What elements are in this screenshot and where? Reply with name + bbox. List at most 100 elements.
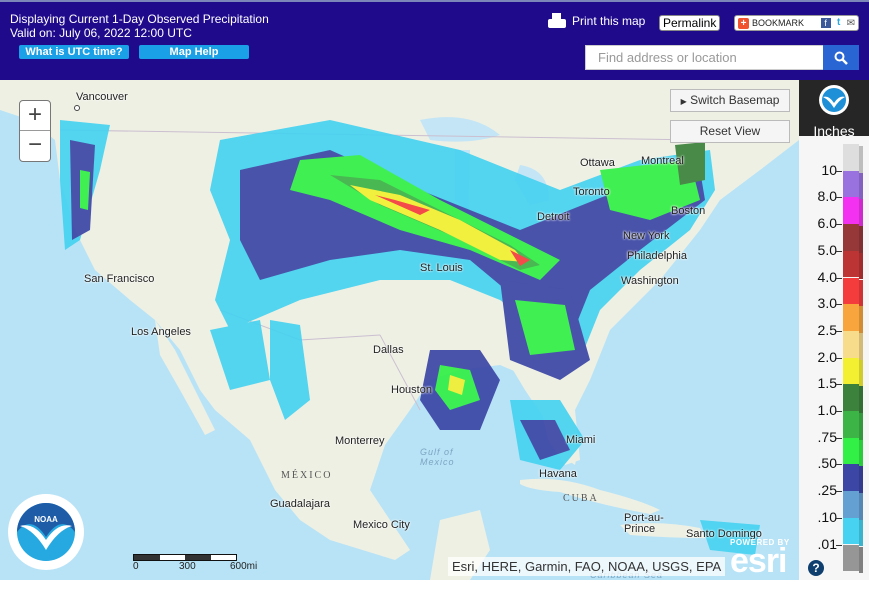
legend-swatch-side	[859, 519, 863, 547]
country-label: MÉXICO	[281, 470, 333, 481]
help-icon[interactable]: ?	[808, 560, 824, 576]
legend-label: 2.0	[817, 348, 837, 365]
legend-swatch-side	[859, 279, 863, 307]
city-label: Guadalajara	[270, 498, 330, 510]
legend-swatch	[843, 304, 859, 331]
zoom-control: + −	[19, 100, 51, 162]
city-label: Montreal	[641, 155, 684, 167]
legend-tick	[836, 277, 842, 279]
scale-label: 0	[133, 561, 139, 572]
legend-swatch	[843, 224, 859, 251]
legend-tick	[836, 170, 842, 172]
legend-body: 10 8.0 6.0 5.0 4.0 3.0 2.5 2.0 1.5 1.0 .75 .50 .25 .1…	[799, 136, 869, 580]
scale-label: 600mi	[230, 561, 258, 572]
legend-tick	[836, 411, 842, 412]
caret-right-icon: ▶	[680, 97, 687, 106]
legend-label: 1.5	[817, 375, 837, 392]
bookmark-button[interactable]: + BOOKMARK f t ✉	[734, 15, 859, 31]
legend-label: .10	[817, 508, 837, 525]
facebook-icon[interactable]: f	[820, 18, 831, 28]
city-label: Los Angeles	[131, 326, 191, 338]
legend-swatch-side	[859, 466, 863, 494]
noaa-small-logo	[819, 85, 849, 115]
legend-swatch-side	[859, 413, 863, 440]
city-label: Miami	[566, 434, 596, 446]
legend-swatch-side	[859, 493, 863, 520]
legend-swatch-side	[859, 172, 863, 200]
legend-label: .75	[817, 428, 837, 445]
legend-tick	[836, 491, 842, 493]
legend-label: 4.0	[817, 268, 837, 285]
legend-swatch	[843, 144, 859, 171]
legend-tick	[836, 517, 842, 519]
legend-swatch	[843, 384, 859, 411]
valid-time: Valid on: July 06, 2022 12:00 UTC	[10, 26, 192, 40]
legend-swatch	[843, 197, 859, 225]
city-label: Toronto	[573, 186, 610, 198]
search-icon	[834, 51, 848, 65]
search-button[interactable]	[823, 45, 859, 70]
city-label: Washington	[621, 275, 679, 287]
city-label: Houston	[391, 384, 432, 396]
reset-view-button[interactable]: Reset View	[670, 120, 790, 143]
scale-label: 300	[179, 561, 196, 572]
permalink-button[interactable]: Permalink	[659, 15, 721, 31]
city-label: Detroit	[537, 211, 570, 223]
map-view[interactable]: Vancouver San Francisco Los Angeles Dall…	[0, 80, 799, 580]
precipitation-legend: Inches 10 8.0 6.0 5.0 4.0 3.0 2.5 2.0 1.5 1.0 .75.…	[799, 80, 869, 580]
legend-tick	[836, 384, 842, 386]
twitter-icon[interactable]: t	[834, 18, 844, 28]
utc-time-button[interactable]: What is UTC time?	[19, 45, 129, 59]
legend-swatch	[843, 464, 859, 492]
scale-bar: 0 300 600mi	[133, 554, 263, 573]
legend-swatch	[843, 277, 859, 305]
legend-swatch-side	[859, 546, 863, 574]
email-icon[interactable]: ✉	[847, 18, 855, 29]
legend-label: 3.0	[817, 295, 837, 312]
legend-label: 6.0	[817, 215, 837, 232]
print-label: Print this map	[572, 14, 646, 28]
print-map-link[interactable]: Print this map	[548, 13, 645, 29]
legend-label: 10	[821, 161, 837, 178]
legend-swatch-side	[859, 306, 863, 333]
city-label: Philadelphia	[627, 250, 687, 262]
addthis-plus-icon: +	[738, 17, 749, 29]
legend-label: 2.5	[817, 321, 837, 338]
legend-swatch	[843, 170, 859, 198]
legend-swatch	[843, 544, 859, 572]
app: Displaying Current 1-Day Observed Precip…	[0, 0, 869, 589]
city-label: Vancouver	[74, 91, 128, 111]
legend-tick	[836, 224, 842, 226]
legend-label: 1.0	[817, 402, 837, 418]
legend-tick	[836, 437, 842, 439]
bookmark-label: BOOKMARK	[752, 18, 805, 28]
legend-tick	[836, 197, 842, 199]
legend-label: .25	[817, 482, 837, 499]
zoom-out-button[interactable]: −	[20, 131, 50, 161]
city-label: New York	[623, 230, 670, 242]
legend-swatch-side	[859, 439, 863, 467]
noaa-logo: NOAA	[8, 494, 84, 570]
legend-swatch-side	[859, 359, 863, 387]
legend-swatch-side	[859, 386, 863, 413]
legend-swatch-side	[859, 146, 863, 173]
legend-swatch	[843, 491, 859, 518]
switch-basemap-button[interactable]: ▶ Switch Basemap	[670, 89, 790, 112]
svg-text:NOAA: NOAA	[34, 515, 58, 524]
legend-tick	[836, 250, 842, 252]
zoom-in-button[interactable]: +	[20, 101, 50, 131]
city-label: St. Louis	[420, 262, 463, 274]
legend-swatch-side	[859, 332, 863, 360]
search-input[interactable]	[585, 45, 823, 70]
city-label: Mexico City	[353, 519, 410, 531]
legend-label: 8.0	[817, 188, 837, 205]
legend-swatch	[843, 330, 859, 358]
map-help-button[interactable]: Map Help	[139, 45, 249, 59]
top-strip	[0, 0, 869, 2]
legend-swatch-side	[859, 226, 863, 253]
water-label: Gulf of Mexico	[420, 447, 455, 467]
legend-swatch	[843, 250, 859, 278]
header: Displaying Current 1-Day Observed Precip…	[0, 0, 869, 80]
legend-tick	[836, 357, 842, 359]
city-label: San Francisco	[84, 273, 155, 285]
